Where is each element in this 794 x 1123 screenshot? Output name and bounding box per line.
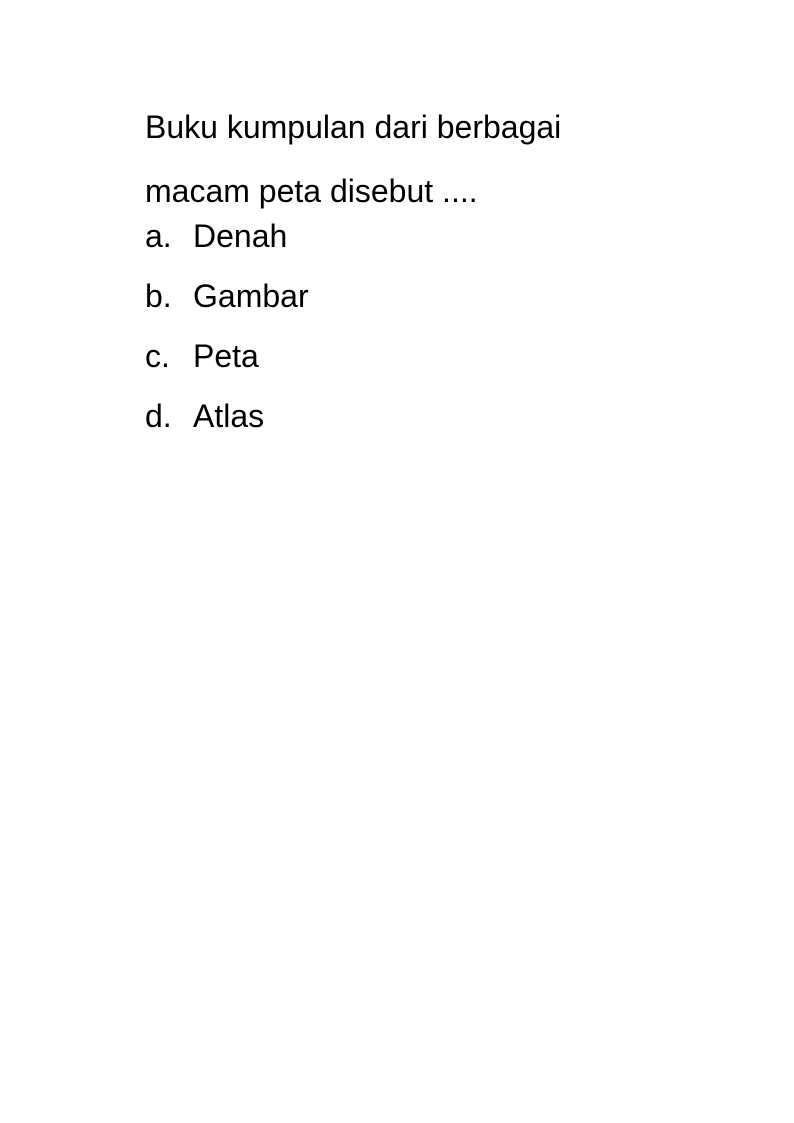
question-text: Buku kumpulan dari berbagai macam peta d…	[145, 95, 665, 223]
option-text: Gambar	[193, 278, 309, 314]
option-c: c. Peta	[145, 326, 309, 386]
option-a: a. Denah	[145, 206, 309, 266]
option-text: Peta	[193, 338, 259, 374]
option-text: Denah	[193, 218, 288, 254]
option-letter: b.	[145, 278, 172, 314]
question-line-1: Buku kumpulan dari berbagai	[145, 109, 562, 145]
option-d: d. Atlas	[145, 386, 309, 446]
option-letter: c.	[145, 338, 170, 374]
option-text: Atlas	[193, 398, 265, 434]
option-letter: d.	[145, 398, 172, 434]
option-letter: a.	[145, 218, 172, 254]
option-b: b. Gambar	[145, 266, 309, 326]
answer-options-list: a. Denah b. Gambar c. Peta d. Atlas	[145, 206, 309, 446]
